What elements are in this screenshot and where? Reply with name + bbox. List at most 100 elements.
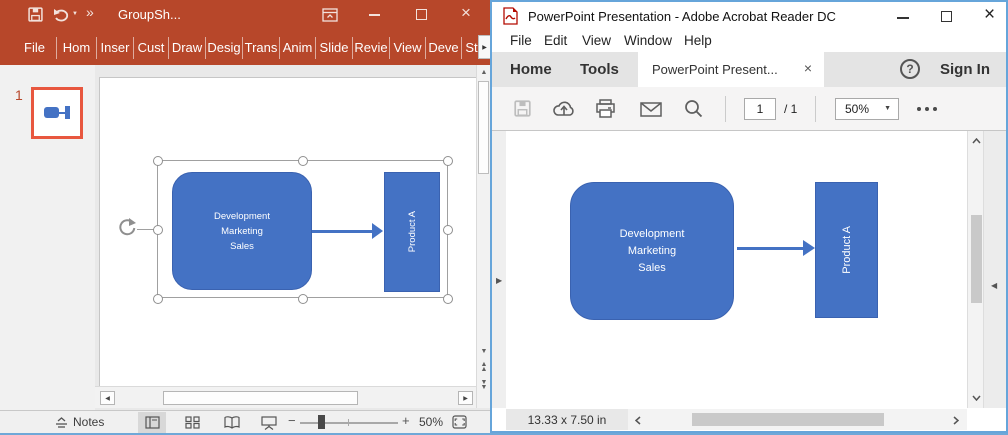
close-button[interactable]: ×: [984, 4, 995, 26]
tab-developer[interactable]: Deve: [426, 37, 462, 59]
tab-insert[interactable]: Inser: [97, 37, 134, 59]
qat-more-icon[interactable]: »: [86, 4, 94, 20]
tab-home[interactable]: Home: [510, 61, 552, 78]
selection-handle-top-left[interactable]: [153, 156, 163, 166]
close-button[interactable]: ×: [461, 3, 471, 23]
rotate-handle-icon[interactable]: [117, 217, 137, 237]
minimize-button[interactable]: [369, 14, 380, 16]
ribbon-display-options-icon[interactable]: [322, 8, 338, 22]
horizontal-scroll-thumb[interactable]: [692, 413, 884, 426]
vertical-scroll-thumb[interactable]: [971, 215, 982, 303]
selection-handle-bottom-middle[interactable]: [298, 294, 308, 304]
pdf-vertical-scrollbar[interactable]: [967, 131, 984, 408]
zoom-level-value: 50%: [845, 102, 869, 116]
previous-slide-button[interactable]: ▲ ▲: [477, 362, 491, 372]
scroll-left-icon[interactable]: [635, 416, 641, 425]
normal-view-button[interactable]: [138, 412, 166, 433]
powerpoint-status-bar: Notes: [0, 410, 492, 433]
zoom-slider-track[interactable]: [300, 422, 398, 424]
scroll-right-button[interactable]: ▶: [458, 391, 473, 405]
tab-document-active[interactable]: PowerPoint Present... ×: [638, 52, 824, 87]
more-tools-button[interactable]: [917, 107, 937, 111]
slideshow-view-button[interactable]: [255, 412, 283, 433]
slide-sorter-view-button[interactable]: [178, 412, 206, 433]
help-icon[interactable]: ?: [900, 59, 920, 79]
tab-tools[interactable]: Tools: [580, 61, 619, 78]
tab-animations[interactable]: Anim: [280, 37, 316, 59]
slide-thumbnail[interactable]: [31, 87, 83, 139]
scroll-up-icon[interactable]: ▲: [477, 69, 491, 77]
tab-close-icon[interactable]: ×: [804, 60, 812, 76]
navigation-pane-strip: ▶: [492, 131, 506, 408]
tab-view[interactable]: View: [390, 37, 426, 59]
tab-transitions[interactable]: Trans: [243, 37, 280, 59]
zoom-level-dropdown[interactable]: 50% ▼: [835, 98, 899, 120]
pdf-page[interactable]: Development Marketing Sales Product A: [506, 131, 967, 408]
undo-icon[interactable]: [53, 8, 69, 22]
save-icon[interactable]: [28, 7, 43, 22]
page-size-indicator: 13.33 x 7.50 in: [506, 409, 628, 430]
selection-handle-top-right[interactable]: [443, 156, 453, 166]
thumbnail-rounded-shape: [44, 107, 59, 118]
selection-handle-top-middle[interactable]: [298, 156, 308, 166]
minimize-button[interactable]: [897, 17, 909, 19]
menu-view[interactable]: View: [582, 33, 611, 48]
selection-handle-middle-right[interactable]: [443, 225, 453, 235]
slide-vertical-scrollbar[interactable]: ▲ ▼ ▲ ▲ ▼ ▼: [476, 65, 491, 408]
tab-draw[interactable]: Draw: [169, 37, 206, 59]
maximize-button[interactable]: [416, 9, 427, 20]
scroll-down-icon[interactable]: ▼: [477, 348, 491, 356]
reading-view-button[interactable]: [218, 412, 246, 433]
menu-file[interactable]: File: [510, 33, 532, 48]
undo-dropdown-caret-icon[interactable]: ▼: [72, 11, 78, 17]
scroll-left-button[interactable]: ◀: [100, 391, 115, 405]
scroll-right-icon[interactable]: [953, 416, 959, 425]
acrobat-window-title: PowerPoint Presentation - Adobe Acrobat …: [528, 9, 836, 24]
maximize-button[interactable]: [941, 11, 952, 22]
vertical-scroll-thumb[interactable]: [478, 81, 489, 174]
email-icon[interactable]: [640, 102, 662, 117]
zoom-out-button[interactable]: −: [288, 413, 296, 428]
pdf-horizontal-scrollbar[interactable]: [628, 409, 967, 430]
selection-handle-bottom-left[interactable]: [153, 294, 163, 304]
acrobat-bottom-bar: 13.33 x 7.50 in: [492, 408, 1006, 431]
tab-custom[interactable]: Cust: [134, 37, 169, 59]
selection-handle-bottom-right[interactable]: [443, 294, 453, 304]
search-icon[interactable]: [684, 99, 703, 118]
tab-review[interactable]: Revie: [353, 37, 390, 59]
toolbar-separator: [725, 96, 726, 122]
sign-in-button[interactable]: Sign In: [940, 61, 990, 78]
slide-editing-canvas: Development Marketing Sales Product A: [95, 65, 476, 386]
page-number-input[interactable]: [744, 98, 776, 120]
menu-help[interactable]: Help: [684, 33, 712, 48]
tab-file[interactable]: File: [13, 37, 57, 59]
product-rectangle-shape[interactable]: Product A: [384, 172, 440, 292]
shape-text-line: Sales: [230, 239, 254, 254]
connector-arrow[interactable]: [312, 230, 372, 233]
navigation-pane-expand-icon[interactable]: ▶: [496, 276, 502, 285]
menu-window[interactable]: Window: [624, 33, 672, 48]
next-slide-button[interactable]: ▼ ▼: [477, 380, 491, 390]
connector-arrow-head: [372, 223, 383, 239]
tab-design[interactable]: Desig: [206, 37, 243, 59]
zoom-slider-thumb[interactable]: [318, 415, 325, 429]
scroll-down-icon[interactable]: [972, 395, 981, 401]
zoom-level-button[interactable]: 50%: [419, 415, 443, 429]
notes-button[interactable]: Notes: [73, 415, 104, 429]
zoom-in-button[interactable]: +: [402, 413, 410, 428]
print-icon[interactable]: [595, 99, 616, 119]
help-question-mark: ?: [906, 62, 913, 76]
menu-edit[interactable]: Edit: [544, 33, 567, 48]
fit-slide-to-window-icon[interactable]: [451, 414, 468, 430]
selection-handle-middle-left[interactable]: [153, 225, 163, 235]
pdf-connector-arrow-head: [803, 240, 815, 256]
slide-horizontal-scrollbar[interactable]: ◀ ▶: [95, 386, 476, 408]
scroll-up-icon[interactable]: [972, 138, 981, 144]
rounded-rectangle-shape[interactable]: Development Marketing Sales: [172, 172, 312, 290]
horizontal-scroll-thumb[interactable]: [163, 391, 358, 405]
share-upload-icon[interactable]: [552, 99, 576, 119]
tools-pane-expand-icon[interactable]: ◀: [991, 281, 997, 290]
tab-home[interactable]: Hom: [57, 37, 97, 59]
document-tab-label: PowerPoint Present...: [652, 62, 778, 77]
tab-slideshow[interactable]: Slide: [316, 37, 353, 59]
